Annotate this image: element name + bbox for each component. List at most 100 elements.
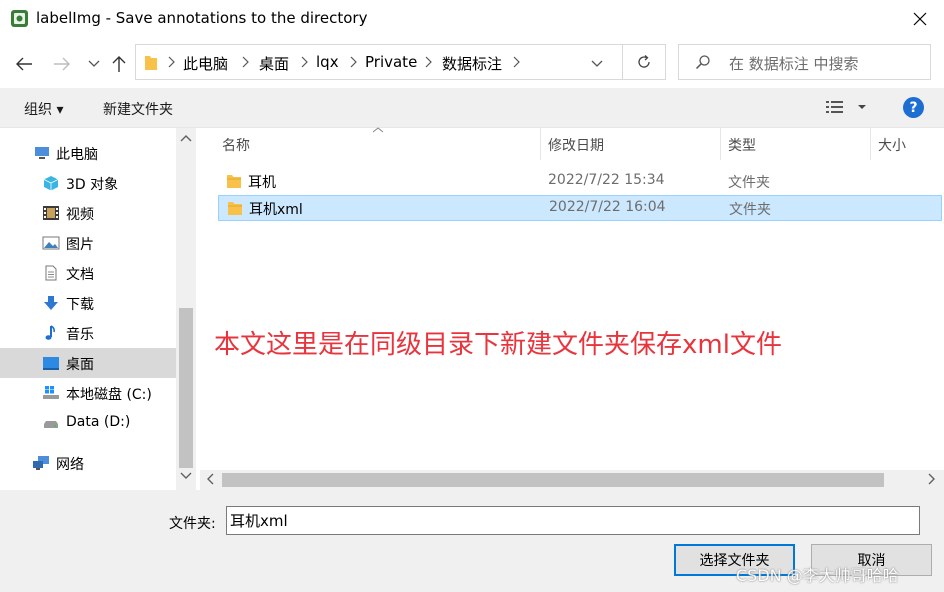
table-row[interactable]: 耳机xml 2022/7/22 16:04 文件夹 [218,195,942,221]
desktop-icon [43,357,59,370]
address-dropdown-icon[interactable] [588,54,606,72]
annotation-text: 本文这里是在同级目录下新建文件夹保存xml文件 [214,330,782,360]
scroll-left-icon[interactable] [206,473,214,485]
sidebar-item-label: 下载 [66,297,94,313]
sidebar-item-label: 图片 [66,237,94,253]
close-button[interactable] [896,0,944,38]
file-name: 耳机 [248,175,276,191]
details-view-icon [826,101,866,113]
breadcrumb-data-annotation[interactable]: 数据标注 [442,53,502,74]
sort-ascending-icon [372,127,384,133]
sidebar-item-3d-objects[interactable]: 3D 对象 [0,168,176,198]
sidebar-item-label: 网络 [56,457,84,473]
title-bar: labelImg - Save annotations to the direc… [0,0,944,38]
column-divider [870,128,871,160]
chevron-right-icon [301,56,308,68]
change-view-button[interactable] [824,99,868,119]
table-row[interactable]: 耳机 2022/7/22 15:34 文件夹 [218,169,942,195]
search-placeholder[interactable]: 在 数据标注 中搜索 [729,53,859,74]
breadcrumb-lqx[interactable]: lqx [316,53,339,71]
recent-locations-button[interactable] [82,52,106,76]
folder-field-label: 文件夹: [169,516,216,532]
chevron-right-icon [350,56,357,68]
command-toolbar: 组织 ▾ 新建文件夹 ? [0,88,944,128]
file-type: 文件夹 [729,202,771,218]
sidebar-item-documents[interactable]: 文档 [0,258,176,288]
organize-menu[interactable]: 组织 ▾ [24,99,63,119]
help-button[interactable]: ? [903,97,924,118]
download-icon [44,296,58,310]
sidebar-item-label: 此电脑 [56,147,98,163]
column-header-date[interactable]: 修改日期 [548,135,604,155]
windows-drive-icon [43,386,59,399]
picture-icon [42,236,60,250]
folder-icon [227,175,241,188]
column-header-size[interactable]: 大小 [878,135,906,155]
file-list: 名称 修改日期 类型 大小 耳机 2022/7/22 15:34 文件夹 耳机x… [196,127,944,490]
arrow-right-icon [54,57,70,71]
search-box[interactable]: 在 数据标注 中搜索 [678,44,931,80]
back-button[interactable] [12,52,36,76]
sidebar-item-desktop[interactable]: 桌面 [0,348,176,378]
forward-button[interactable] [50,52,74,76]
sidebar-item-label: 文档 [66,267,94,283]
sidebar-item-videos[interactable]: 视频 [0,198,176,228]
sidebar-item-downloads[interactable]: 下载 [0,288,176,318]
address-bar[interactable]: 此电脑 桌面 lqx Private 数据标注 [135,44,623,80]
sidebar-item-network[interactable]: 网络 [0,448,176,478]
sidebar-item-pictures[interactable]: 图片 [0,228,176,258]
dialog-footer: 文件夹: 选择文件夹 取消 CSDN @李大帅哥哈哈 [0,490,944,592]
search-icon [695,55,710,70]
sidebar-item-label: 视频 [66,207,94,223]
file-date: 2022/7/22 16:04 [549,199,666,215]
scroll-right-icon[interactable] [928,473,936,485]
up-button[interactable] [107,52,131,76]
sidebar-item-label: Data (D:) [66,414,131,430]
navigation-bar: 此电脑 桌面 lqx Private 数据标注 在 数据标注 中搜索 [0,38,944,88]
sidebar-item-label: 3D 对象 [66,177,119,193]
sidebar-item-music[interactable]: 音乐 [0,318,176,348]
chevron-right-icon [242,56,249,68]
arrow-left-icon [16,57,32,71]
network-icon [33,456,49,470]
sidebar-item-local-disk-c[interactable]: 本地磁盘 (C:) [0,378,176,408]
watermark: CSDN @李大帅哥哈哈 [736,566,899,585]
folder-icon [228,202,242,215]
sidebar-item-this-pc[interactable]: 此电脑 [0,138,176,168]
chevron-right-icon [425,56,432,68]
scrollbar-thumb[interactable] [179,308,193,468]
sidebar-item-label: 本地磁盘 (C:) [66,387,152,403]
sidebar-item-data-d[interactable]: Data (D:) [0,408,176,438]
file-list-scrollbar[interactable] [200,470,944,490]
chevron-right-icon [513,56,520,68]
arrow-up-icon [112,56,126,72]
folder-name-input[interactable] [226,506,920,535]
breadcrumb-private[interactable]: Private [365,53,417,71]
scrollbar-thumb[interactable] [222,473,884,487]
navigation-pane-scrollbar[interactable] [176,128,196,490]
scroll-down-icon[interactable] [180,472,192,480]
sidebar-item-label: 音乐 [66,327,94,343]
refresh-icon [638,55,650,68]
breadcrumb-desktop[interactable]: 桌面 [259,53,289,74]
column-divider [540,128,541,160]
chevron-right-icon [168,56,175,68]
chevron-down-icon [88,60,100,67]
new-folder-button[interactable]: 新建文件夹 [103,99,173,119]
file-name: 耳机xml [249,202,303,218]
window-title: labelImg - Save annotations to the direc… [36,9,368,27]
refresh-button[interactable] [623,44,666,80]
column-header-name[interactable]: 名称 [222,135,250,155]
column-header-type[interactable]: 类型 [728,135,756,155]
computer-icon [35,147,49,159]
column-divider [720,128,721,160]
file-type: 文件夹 [728,175,770,191]
breadcrumb-this-pc[interactable]: 此电脑 [183,53,228,74]
document-icon [45,265,57,281]
cube-icon [43,176,59,191]
sidebar-item-label: 桌面 [66,357,94,373]
file-date: 2022/7/22 15:34 [548,172,665,188]
drive-icon [44,421,58,428]
music-icon [45,325,55,340]
scroll-up-icon[interactable] [180,134,192,142]
